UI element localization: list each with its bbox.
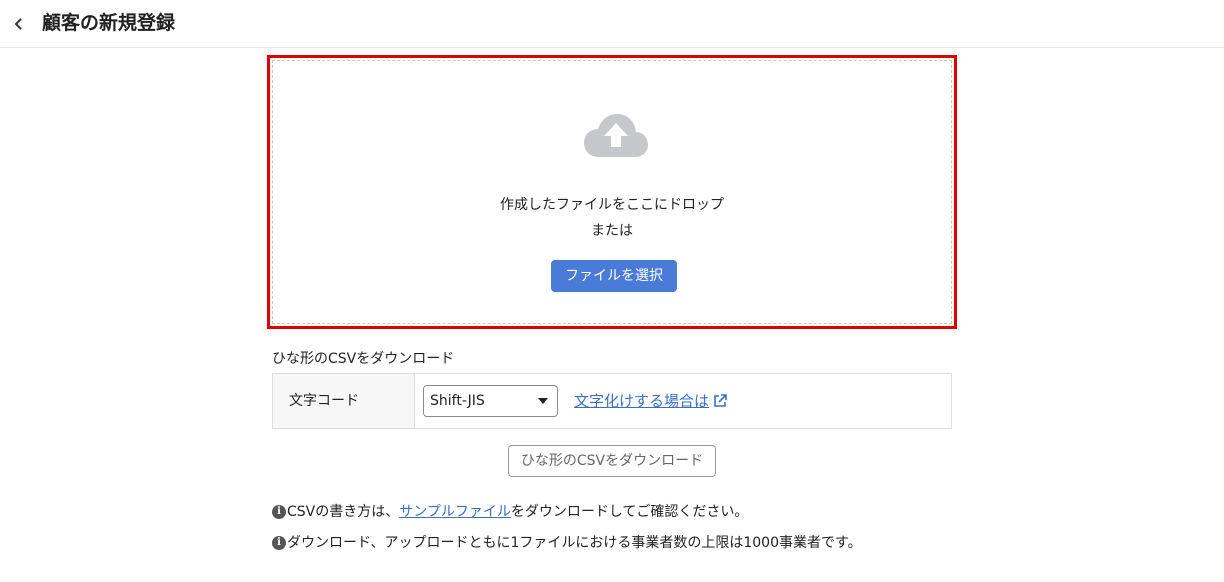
info-icon: i: [272, 536, 286, 550]
garble-help-link-label: 文字化けする場合は: [574, 392, 710, 410]
sample-file-link[interactable]: サンプルファイル: [399, 502, 511, 522]
garble-help-link[interactable]: 文字化けする場合は: [574, 390, 727, 412]
back-button[interactable]: [8, 12, 30, 36]
encoding-label: 文字コード: [273, 374, 415, 428]
external-link-icon: [714, 394, 727, 407]
note-csv-format: i CSVの書き方は、 サンプルファイル をダウンロードしてご確認ください。: [272, 502, 748, 522]
download-template-button[interactable]: ひな形のCSVをダウンロード: [508, 445, 716, 477]
note1-prefix: CSVの書き方は、: [287, 504, 400, 520]
or-text: または: [591, 223, 633, 239]
encoding-cell: Shift-JIS 文字化けする場合は: [415, 374, 951, 428]
template-section-label: ひな形のCSVをダウンロード: [272, 351, 455, 367]
chevron-left-icon: [14, 18, 22, 30]
select-file-button[interactable]: ファイルを選択: [551, 260, 677, 292]
caret-down-icon: [538, 398, 548, 404]
note-limit: i ダウンロード、アップロードともに1ファイルにおける事業者数の上限は1000事…: [272, 533, 862, 553]
page-header: 顧客の新規登録: [0, 0, 1224, 48]
encoding-table: 文字コード Shift-JIS 文字化けする場合は: [272, 373, 952, 429]
note1-suffix: をダウンロードしてご確認ください。: [510, 504, 749, 520]
dropzone-inner: 作成したファイルをここにドロップ または ファイルを選択: [272, 60, 952, 324]
page-title: 顧客の新規登録: [42, 12, 176, 34]
file-dropzone[interactable]: 作成したファイルをここにドロップ または ファイルを選択: [267, 55, 957, 329]
encoding-select-value: Shift-JIS: [430, 393, 485, 409]
note2-text: ダウンロード、アップロードともに1ファイルにおける事業者数の上限は1000事業者…: [287, 535, 862, 551]
info-icon: i: [272, 505, 286, 519]
cloud-upload-icon: [584, 114, 648, 157]
encoding-select[interactable]: Shift-JIS: [423, 385, 558, 417]
drop-instruction: 作成したファイルをここにドロップ: [500, 197, 724, 213]
